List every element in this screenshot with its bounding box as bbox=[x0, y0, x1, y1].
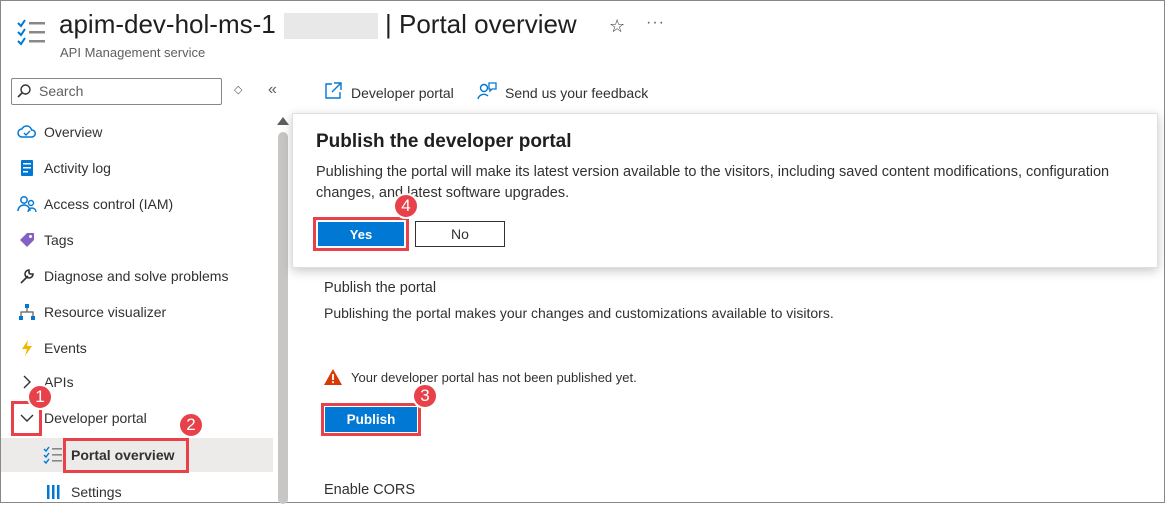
service-type-label: API Management service bbox=[60, 45, 206, 60]
more-options-icon[interactable]: ··· bbox=[646, 14, 665, 32]
developer-portal-label: Developer portal bbox=[351, 84, 454, 101]
dialog-title: Publish the developer portal bbox=[316, 131, 572, 152]
sidebar-item-activity-log[interactable]: Activity log bbox=[1, 151, 273, 185]
sidebar-item-settings[interactable]: Settings bbox=[1, 475, 273, 509]
developer-portal-button[interactable]: Developer portal bbox=[323, 81, 454, 104]
sidebar-item-label: Access control (IAM) bbox=[44, 196, 174, 212]
sidebar-item-label: Resource visualizer bbox=[44, 304, 167, 320]
sidebar-item-label: Diagnose and solve problems bbox=[44, 268, 229, 284]
step-badge-3: 3 bbox=[412, 383, 438, 409]
publish-section-description: Publishing the portal makes your changes… bbox=[324, 305, 834, 321]
favorite-star-icon[interactable]: ☆ bbox=[609, 16, 625, 37]
sidebar-item-label: Tags bbox=[44, 232, 74, 248]
sidebar-item-label: Settings bbox=[71, 484, 122, 500]
feedback-person-icon bbox=[477, 81, 497, 104]
search-placeholder: Search bbox=[39, 83, 84, 99]
open-external-icon bbox=[323, 81, 343, 104]
sidebar-item-tags[interactable]: Tags bbox=[1, 223, 273, 257]
sidebar-scrollbar[interactable] bbox=[278, 132, 288, 504]
sidebar-item-label: Events bbox=[44, 340, 87, 356]
people-icon bbox=[17, 194, 37, 214]
settings-bars-icon bbox=[43, 482, 63, 502]
feedback-label: Send us your feedback bbox=[505, 84, 649, 101]
sidebar-item-overview[interactable]: Overview bbox=[1, 115, 273, 149]
search-icon bbox=[16, 83, 32, 104]
enable-cors-title: Enable CORS bbox=[324, 482, 416, 498]
tag-icon bbox=[17, 230, 37, 250]
lightning-icon bbox=[17, 338, 37, 358]
not-published-warning: Your developer portal has not been publi… bbox=[351, 370, 637, 385]
step-badge-4: 4 bbox=[393, 193, 419, 219]
highlight-publish-button bbox=[321, 403, 421, 436]
page-subtitle-title: | Portal overview bbox=[385, 9, 577, 39]
step-badge-2: 2 bbox=[178, 412, 204, 438]
sidebar-item-diagnose[interactable]: Diagnose and solve problems bbox=[1, 259, 273, 293]
sidebar-item-events[interactable]: Events bbox=[1, 331, 273, 365]
feedback-button[interactable]: Send us your feedback bbox=[477, 81, 648, 104]
sidebar-item-access-control[interactable]: Access control (IAM) bbox=[1, 187, 273, 221]
page-title: apim-dev-hol-ms-1 bbox=[59, 9, 276, 39]
list-check-icon bbox=[43, 445, 63, 465]
cloud-icon bbox=[17, 122, 37, 142]
dialog-message: Publishing the portal will make its late… bbox=[316, 164, 1110, 201]
publish-section-title: Publish the portal bbox=[324, 280, 437, 296]
step-badge-1: 1 bbox=[27, 384, 53, 410]
no-button[interactable]: No bbox=[415, 221, 505, 247]
scroll-up-arrow-icon[interactable] bbox=[277, 117, 289, 125]
sidebar-item-label: Overview bbox=[44, 124, 103, 140]
hierarchy-icon bbox=[17, 302, 37, 322]
warning-icon bbox=[323, 368, 343, 391]
redacted-mask bbox=[284, 13, 378, 39]
expand-diamond-icon[interactable]: ◇ bbox=[234, 83, 242, 96]
portal-overview-list-icon bbox=[15, 15, 49, 49]
highlight-portal-overview bbox=[63, 438, 189, 473]
wrench-icon bbox=[17, 266, 37, 286]
highlight-yes-button bbox=[313, 217, 409, 251]
activity-log-icon bbox=[17, 158, 37, 178]
sidebar-item-label: Developer portal bbox=[44, 410, 147, 426]
sidebar-item-label: Activity log bbox=[44, 160, 111, 176]
collapse-sidebar-icon[interactable]: « bbox=[268, 81, 277, 99]
sidebar-item-resource-visualizer[interactable]: Resource visualizer bbox=[1, 295, 273, 329]
